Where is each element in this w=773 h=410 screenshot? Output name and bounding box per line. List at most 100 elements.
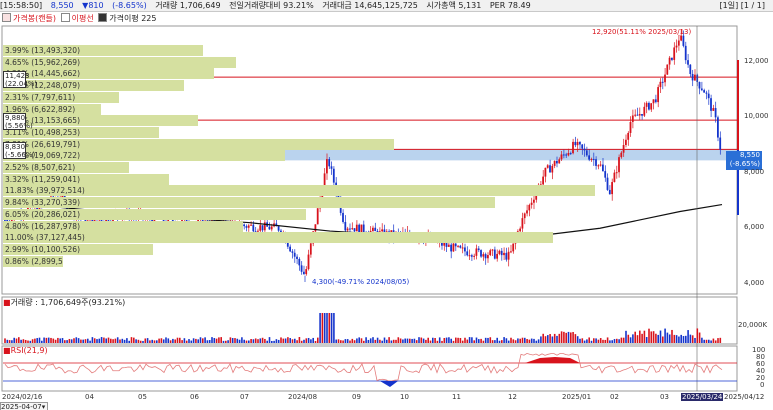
volume-bar (356, 338, 358, 343)
volume-bar (533, 338, 535, 343)
volume-bar (563, 331, 565, 343)
candle-body (493, 249, 496, 259)
candle-body (530, 202, 533, 205)
volume-bar (365, 337, 367, 343)
volume-bar (395, 339, 397, 343)
volume-bar (312, 337, 314, 343)
y-tick-4000: 4,000 (744, 279, 765, 287)
candle-body (447, 244, 450, 247)
candle-body (648, 102, 650, 110)
volume-bar (215, 338, 218, 343)
volume-bar (4, 338, 6, 343)
volume-bar (689, 334, 692, 343)
candle-body (355, 224, 358, 232)
volume-bar (478, 339, 480, 343)
volume-bar (317, 337, 319, 343)
volume-bar (517, 338, 519, 343)
volume-bar (480, 338, 482, 343)
volume-bar (126, 338, 128, 343)
volume-bar (432, 337, 434, 343)
volume-bar (38, 337, 41, 343)
candle-body (710, 98, 712, 111)
volume-bar (225, 340, 227, 343)
candle-body (542, 176, 544, 185)
candle-body (316, 208, 319, 225)
volume-bar (540, 336, 542, 343)
volume-bar (367, 339, 370, 343)
volume-bar (618, 339, 620, 343)
volume-bar (310, 339, 312, 343)
candle-body (510, 251, 512, 253)
candle-body (717, 117, 719, 138)
volume-bar (530, 338, 533, 343)
candle-body (682, 35, 685, 46)
volume-bar (413, 338, 416, 343)
volume-bar (167, 338, 170, 343)
y-tick-12000: 12,000 (744, 57, 769, 65)
candle-body (464, 247, 466, 252)
volume-bar (195, 338, 197, 343)
candle-body (500, 250, 503, 256)
volume-bar (296, 340, 298, 343)
volume-bar (192, 338, 195, 343)
volume-bar (199, 337, 202, 343)
volume-profile-bar: 6.05% (20,286,021) (3, 208, 306, 220)
volume-bar (429, 340, 432, 343)
volume-bar (411, 338, 413, 343)
volume-bar (349, 340, 351, 343)
volume-bar (593, 338, 595, 343)
volume-bar (482, 340, 485, 343)
volume-bar (287, 337, 289, 343)
x-tick-end: 2025/04/12 (724, 393, 765, 401)
volume-bar (579, 338, 581, 343)
volume-bar (450, 338, 452, 343)
candle-body (498, 250, 501, 254)
volume-bar (404, 338, 406, 343)
candle-body (305, 269, 308, 275)
volume-bar (620, 337, 623, 343)
candle-body (641, 113, 643, 116)
volume-bar (425, 339, 427, 343)
volume-bar (422, 338, 425, 343)
candle-body (599, 164, 602, 166)
candle-body (277, 226, 280, 231)
volume-panel-title: ■거래량 : 1,706,649주(93.21%) (3, 298, 126, 307)
volume-bar (609, 340, 611, 343)
candle-body (346, 228, 349, 231)
date-selector[interactable]: 2025-04-07▾ (0, 402, 48, 410)
volume-bar (123, 339, 126, 343)
candle-body (562, 154, 565, 156)
rsi-line (4, 352, 723, 382)
volume-bar (128, 340, 130, 343)
volume-bar (388, 337, 390, 343)
volume-bar (153, 340, 156, 343)
volume-bar (376, 337, 379, 343)
candle-body (482, 254, 485, 257)
candle-body (503, 252, 505, 256)
volume-bar (24, 339, 27, 343)
candle-body (450, 244, 452, 252)
volume-bar (206, 340, 209, 343)
candle-body (328, 159, 331, 167)
candle-body (556, 160, 558, 164)
candle-body (602, 164, 604, 172)
candle-body (579, 141, 581, 145)
volume-bar (321, 313, 324, 343)
candle-body (298, 258, 301, 266)
candle-body (551, 165, 554, 173)
volume-bar (685, 335, 687, 343)
volume-bar (701, 337, 703, 343)
volume-bar (489, 337, 492, 343)
volume-bar (211, 337, 213, 343)
candle-body (611, 182, 613, 195)
volume-bar (84, 339, 87, 343)
volume-bar (473, 340, 475, 343)
volume-bar (273, 340, 275, 343)
volume-bar (151, 339, 153, 343)
volume-bar (91, 337, 94, 343)
volume-bar (105, 338, 107, 343)
candle-body (468, 255, 471, 257)
candle-body (314, 224, 317, 232)
volume-bar (181, 340, 183, 343)
volume-bar (496, 337, 498, 343)
